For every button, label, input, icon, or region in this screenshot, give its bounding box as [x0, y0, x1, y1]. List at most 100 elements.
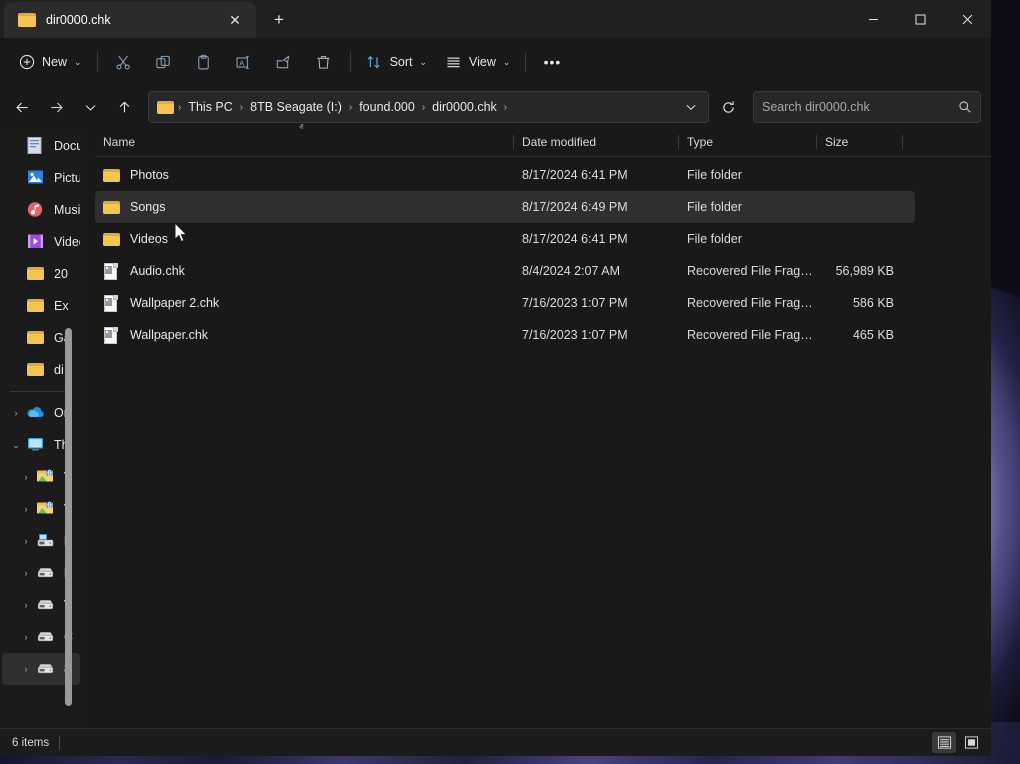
- chevron-down-icon: ⌄: [74, 57, 82, 68]
- breadcrumb-item-2[interactable]: found.000: [354, 97, 420, 117]
- status-bar: 6 items: [0, 728, 991, 756]
- this-pc-icon: [26, 436, 46, 454]
- new-button[interactable]: New ⌄: [10, 46, 91, 78]
- chevron-right-icon[interactable]: ›: [16, 600, 36, 610]
- address-dropdown-button[interactable]: [678, 94, 704, 120]
- search-icon[interactable]: [958, 100, 972, 114]
- chevron-down-icon: [84, 101, 97, 114]
- sidebar-item-label: Documents: [54, 139, 80, 153]
- file-type-cell: File folder: [679, 200, 817, 214]
- table-row[interactable]: Wallpaper.chk 7/16/2023 1:07 PM Recovere…: [95, 319, 915, 351]
- breadcrumb-item-0[interactable]: This PC: [183, 97, 237, 117]
- paste-button[interactable]: [184, 46, 224, 78]
- table-row[interactable]: Songs 8/17/2024 6:49 PM File folder: [95, 191, 915, 223]
- folder-icon: [26, 329, 46, 347]
- chevron-right-icon[interactable]: ›: [16, 664, 36, 674]
- address-bar-row: › This PC › 8TB Seagate (I:) › found.000…: [0, 86, 991, 128]
- back-button[interactable]: [6, 91, 38, 123]
- sort-ascending-icon: ⱏ: [299, 122, 303, 133]
- column-header-label: Date modified: [522, 135, 596, 149]
- sidebar-item-label: Videos: [54, 235, 80, 249]
- chevron-down-icon[interactable]: ⌄: [6, 440, 26, 451]
- up-button[interactable]: [108, 91, 140, 123]
- more-options-button[interactable]: •••: [532, 46, 572, 78]
- column-header-type[interactable]: Type: [679, 128, 817, 156]
- file-type-cell: Recovered File Frag…: [679, 264, 817, 278]
- file-explorer-window: dir0000.chk ✕ + New ⌄: [0, 0, 991, 756]
- tab-dir0000[interactable]: dir0000.chk ✕: [4, 2, 256, 38]
- ellipsis-icon: •••: [544, 54, 562, 70]
- file-icon: [102, 327, 120, 344]
- minimize-button[interactable]: [850, 0, 897, 38]
- copy-button[interactable]: [144, 46, 184, 78]
- refresh-button[interactable]: [713, 91, 743, 123]
- file-name-cell: Wallpaper.chk: [95, 327, 514, 344]
- file-date-cell: 8/17/2024 6:41 PM: [514, 168, 679, 182]
- file-name-cell: Songs: [95, 199, 514, 216]
- column-header-date-modified[interactable]: Date modified: [514, 128, 679, 156]
- table-row[interactable]: Videos 8/17/2024 6:41 PM File folder: [95, 223, 915, 255]
- sidebar-scrollbar[interactable]: [65, 328, 72, 706]
- sidebar-item-ex[interactable]: Ex: [2, 290, 80, 322]
- breadcrumb-item-3[interactable]: dir0000.chk: [427, 97, 502, 117]
- share-button[interactable]: [264, 46, 304, 78]
- view-list-icon: [445, 54, 462, 71]
- delete-button[interactable]: [304, 46, 344, 78]
- sidebar-item-20[interactable]: 20: [2, 258, 80, 290]
- clipboard-icon: [195, 54, 212, 71]
- search-box[interactable]: [753, 91, 981, 123]
- onedrive-icon: [26, 404, 46, 422]
- recent-locations-button[interactable]: [74, 91, 106, 123]
- file-name-cell: Wallpaper 2.chk: [95, 295, 514, 312]
- folder-icon: [102, 231, 120, 248]
- file-name: Photos: [130, 168, 169, 182]
- view-button-label: View: [469, 55, 496, 69]
- details-view-icon: [937, 735, 952, 750]
- sidebar-divider: [10, 391, 72, 392]
- chevron-right-icon[interactable]: ›: [16, 472, 36, 482]
- rename-button[interactable]: A: [224, 46, 264, 78]
- column-header-size[interactable]: Size: [817, 128, 903, 156]
- sidebar-item-pictures[interactable]: Pictures: [2, 162, 80, 194]
- column-header-name[interactable]: Name ⱏ: [95, 128, 514, 156]
- chevron-right-icon[interactable]: ›: [6, 408, 26, 418]
- trash-icon: [315, 54, 332, 71]
- sidebar-item-videos[interactable]: Videos: [2, 226, 80, 258]
- network-drive-icon: [36, 532, 56, 550]
- chevron-right-icon[interactable]: ›: [16, 632, 36, 642]
- maximize-button[interactable]: [897, 0, 944, 38]
- details-view-button[interactable]: [932, 732, 956, 753]
- file-date-cell: 7/16/2023 1:07 PM: [514, 328, 679, 342]
- cut-button[interactable]: [104, 46, 144, 78]
- drive-icon: [36, 628, 56, 646]
- forward-button[interactable]: [40, 91, 72, 123]
- toolbar-divider-1: [97, 52, 98, 72]
- file-date-cell: 7/16/2023 1:07 PM: [514, 296, 679, 310]
- chevron-right-icon[interactable]: ›: [16, 504, 36, 514]
- file-name-cell: Videos: [95, 231, 514, 248]
- scissors-icon: [115, 54, 132, 71]
- large-icons-view-button[interactable]: [959, 732, 983, 753]
- close-tab-icon[interactable]: ✕: [222, 7, 248, 33]
- search-input[interactable]: [762, 100, 958, 114]
- table-row[interactable]: Photos 8/17/2024 6:41 PM File folder: [95, 159, 915, 191]
- breadcrumb-item-1[interactable]: 8TB Seagate (I:): [245, 97, 347, 117]
- sidebar-item-music[interactable]: Music: [2, 194, 80, 226]
- sort-button[interactable]: Sort ⌄: [357, 46, 436, 78]
- file-name: Wallpaper 2.chk: [130, 296, 219, 310]
- chevron-right-icon[interactable]: ›: [16, 536, 36, 546]
- table-row[interactable]: Wallpaper 2.chk 7/16/2023 1:07 PM Recove…: [95, 287, 915, 319]
- sidebar-item-documents[interactable]: Documents: [2, 130, 80, 162]
- address-bar[interactable]: › This PC › 8TB Seagate (I:) › found.000…: [148, 91, 709, 123]
- table-row[interactable]: Audio.chk 8/4/2024 2:07 AM Recovered Fil…: [95, 255, 915, 287]
- toolbar-divider-3: [525, 52, 526, 72]
- new-tab-button[interactable]: +: [262, 5, 296, 35]
- view-button[interactable]: View ⌄: [436, 46, 519, 78]
- sidebar-item-label: di: [54, 363, 64, 377]
- breadcrumb-separator: ›: [238, 102, 245, 113]
- chevron-down-icon: [685, 101, 697, 113]
- chevron-right-icon[interactable]: ›: [16, 568, 36, 578]
- shared-folder-icon: [36, 468, 56, 486]
- close-window-button[interactable]: [944, 0, 991, 38]
- sidebar-item-label: Pictures: [54, 171, 80, 185]
